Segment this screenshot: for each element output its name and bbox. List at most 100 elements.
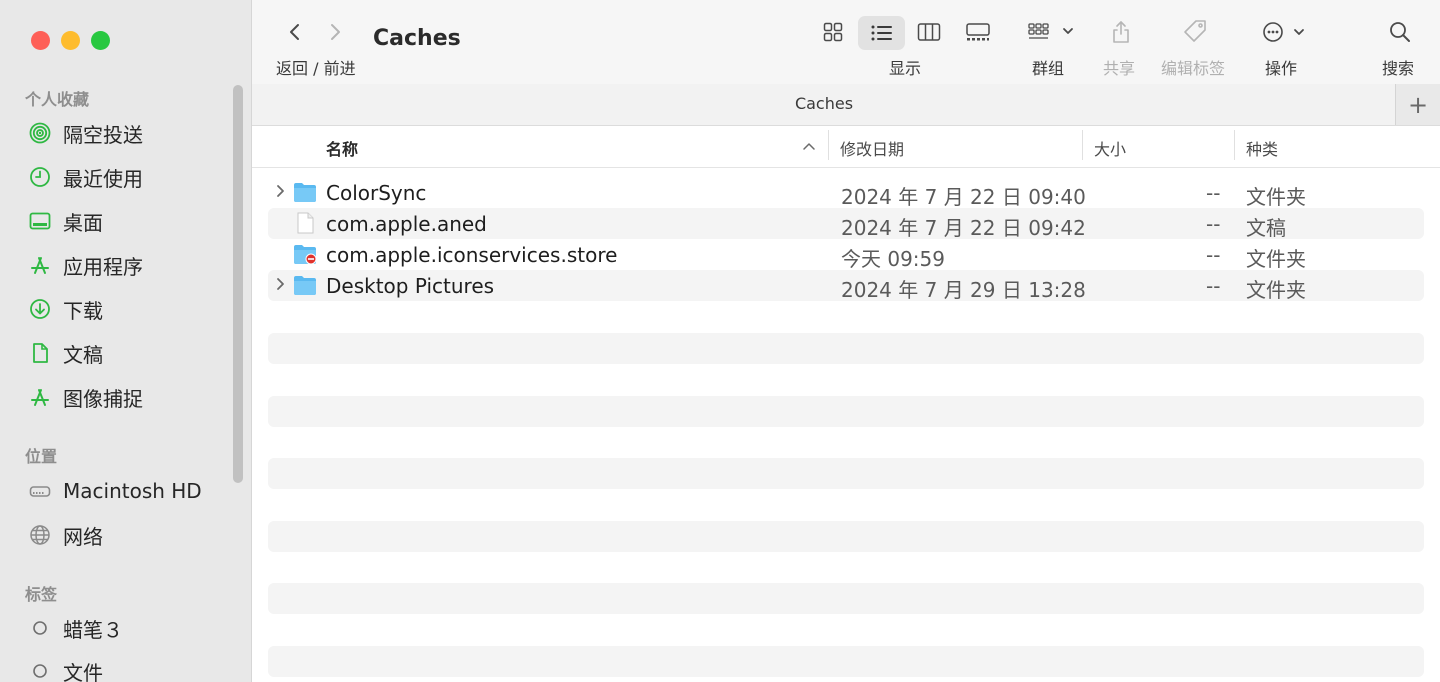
sidebar: 个人收藏 隔空投送 最近使用 桌面 应用程序 下载 文稿 图像捕捉 位置 Mac… (0, 0, 252, 682)
list-view-button[interactable] (858, 16, 905, 50)
chevron-down-icon (1063, 28, 1073, 34)
file-kind: 文件夹 (1246, 247, 1306, 271)
file-date: 今天 09:59 (841, 247, 945, 271)
disclosure-chevron-icon[interactable] (276, 276, 286, 296)
file-kind: 文件夹 (1246, 185, 1306, 209)
file-name: ColorSync (326, 181, 427, 205)
clock-icon (28, 165, 52, 189)
back-button[interactable] (284, 20, 306, 44)
group-button[interactable] (1026, 16, 1076, 48)
sidebar-item-label: 隔空投送 (63, 122, 143, 147)
window-title: Caches (373, 26, 461, 51)
column-name[interactable]: 名称 (326, 136, 358, 160)
table-row[interactable]: com.apple.aned 2024 年 7 月 22 日 09:42 -- … (268, 208, 1424, 240)
empty-row-stripe (268, 583, 1424, 614)
download-icon (28, 297, 52, 321)
group-grid-icon (1028, 23, 1073, 39)
share-button[interactable] (1108, 16, 1134, 48)
forward-button[interactable] (324, 20, 346, 44)
restricted-folder-icon (294, 245, 317, 265)
search-icon (1390, 22, 1410, 42)
file-size: -- (1206, 243, 1221, 267)
sidebar-item-image-capture[interactable]: 图像捕捉 (28, 382, 143, 412)
folder-icon (294, 276, 316, 295)
tag-icon (1184, 20, 1206, 42)
sidebar-item-label: 下载 (63, 298, 103, 323)
tags-section-title: 标签 (25, 585, 58, 604)
table-row[interactable]: com.apple.iconservices.store 今天 09:59 --… (268, 239, 1424, 271)
zoom-button[interactable] (91, 31, 110, 50)
file-date: 2024 年 7 月 22 日 09:42 (841, 216, 1086, 240)
add-tab-button[interactable]: + (1395, 84, 1440, 125)
ellipsis-circle-icon (1263, 22, 1304, 42)
column-size[interactable]: 大小 (1094, 136, 1126, 160)
disclosure-chevron-icon[interactable] (276, 183, 286, 203)
action-button[interactable] (1260, 16, 1308, 48)
desktop-icon (28, 209, 52, 233)
sidebar-item-documents[interactable]: 文稿 (28, 338, 103, 368)
gallery-view-button[interactable] (961, 16, 995, 48)
close-button[interactable] (31, 31, 50, 50)
sidebar-item-label: 蜡笔３ (63, 617, 123, 642)
sidebar-item-tag-crayon[interactable]: 蜡笔３ (28, 613, 123, 643)
file-name: Desktop Pictures (326, 274, 495, 298)
edit-tags-button[interactable] (1180, 16, 1210, 48)
file-name: com.apple.aned (326, 212, 487, 236)
folder-icon (294, 183, 316, 202)
column-header: 名称 修改日期 大小 种类 (252, 126, 1440, 168)
sidebar-item-label: 桌面 (63, 210, 103, 235)
sidebar-item-label: 文件 (63, 660, 103, 682)
column-date[interactable]: 修改日期 (840, 136, 904, 160)
tab-title[interactable]: Caches (252, 94, 1396, 113)
minimize-button[interactable] (61, 31, 80, 50)
file-size: -- (1206, 274, 1221, 298)
file-kind: 文稿 (1246, 216, 1286, 240)
columns-icon (917, 23, 941, 41)
sidebar-item-label: 文稿 (63, 342, 103, 367)
chevron-left-icon (290, 24, 299, 40)
grid-icon (823, 22, 843, 42)
sidebar-item-network[interactable]: 网络 (28, 520, 103, 550)
favorites-section-title: 个人收藏 (25, 90, 90, 109)
share-icon (1113, 21, 1129, 43)
sidebar-item-macintosh-hd[interactable]: Macintosh HD (28, 476, 202, 506)
sidebar-item-recents[interactable]: 最近使用 (28, 162, 143, 192)
sidebar-item-label: 应用程序 (63, 254, 143, 279)
sidebar-item-applications[interactable]: 应用程序 (28, 250, 143, 280)
locations-section-title: 位置 (25, 447, 58, 466)
column-divider[interactable] (1082, 130, 1083, 160)
column-kind[interactable]: 种类 (1246, 136, 1278, 160)
sidebar-item-label: Macintosh HD (63, 479, 202, 503)
table-row[interactable]: ColorSync 2024 年 7 月 22 日 09:40 -- 文件夹 (268, 177, 1424, 209)
column-divider[interactable] (828, 130, 829, 160)
search-button[interactable] (1387, 16, 1413, 48)
action-label: 操作 (1265, 59, 1298, 78)
sidebar-item-desktop[interactable]: 桌面 (28, 206, 103, 236)
chevron-right-icon (331, 24, 340, 40)
table-row[interactable]: Desktop Pictures 2024 年 7 月 29 日 13:28 -… (268, 270, 1424, 302)
column-divider[interactable] (1234, 130, 1235, 160)
icon-view-button[interactable] (817, 16, 849, 48)
search-label: 搜索 (1382, 59, 1415, 78)
file-size: -- (1206, 212, 1221, 236)
sidebar-item-downloads[interactable]: 下载 (28, 294, 103, 324)
sidebar-item-airdrop[interactable]: 隔空投送 (28, 118, 143, 148)
disk-icon (28, 479, 52, 503)
column-view-button[interactable] (913, 16, 945, 48)
sidebar-item-label: 网络 (63, 524, 103, 549)
nav-label: 返回 / 前进 (276, 59, 356, 78)
list-icon (871, 25, 892, 41)
group-label: 群组 (1032, 59, 1065, 78)
view-label: 显示 (889, 59, 922, 78)
tab-bar: Caches + (252, 84, 1440, 126)
sidebar-scrollbar[interactable] (233, 85, 243, 483)
sort-ascending-icon (803, 143, 815, 150)
airdrop-icon (28, 121, 52, 145)
applications-icon (28, 253, 52, 277)
empty-row-stripe (268, 333, 1424, 364)
sidebar-item-tag-file[interactable]: 文件 (28, 656, 103, 682)
file-date: 2024 年 7 月 29 日 13:28 (841, 278, 1086, 302)
tag-circle-icon (28, 616, 52, 640)
file-date: 2024 年 7 月 22 日 09:40 (841, 185, 1086, 209)
file-kind: 文件夹 (1246, 278, 1306, 302)
